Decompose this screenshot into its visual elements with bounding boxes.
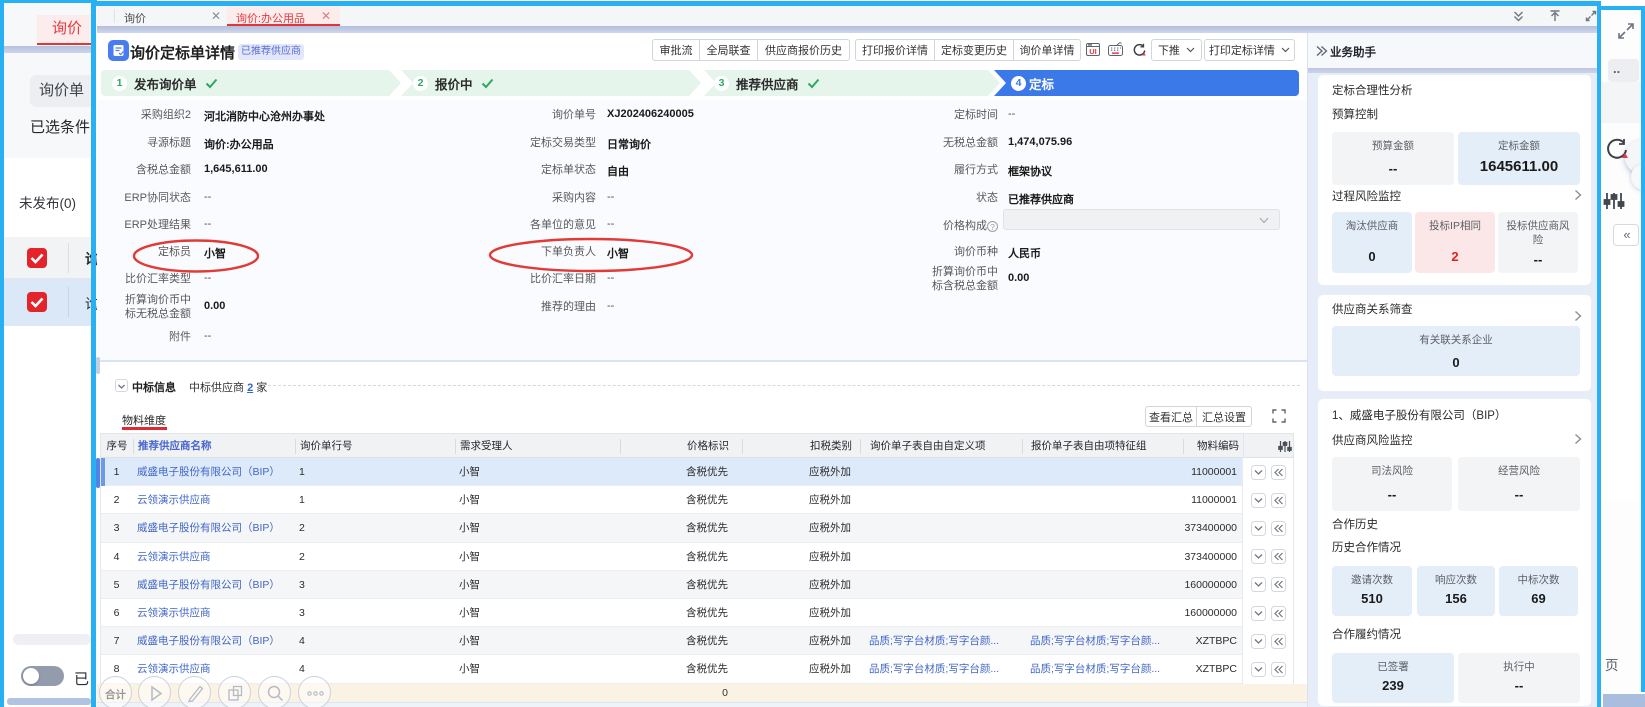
svg-text:UI: UI xyxy=(1089,47,1097,56)
